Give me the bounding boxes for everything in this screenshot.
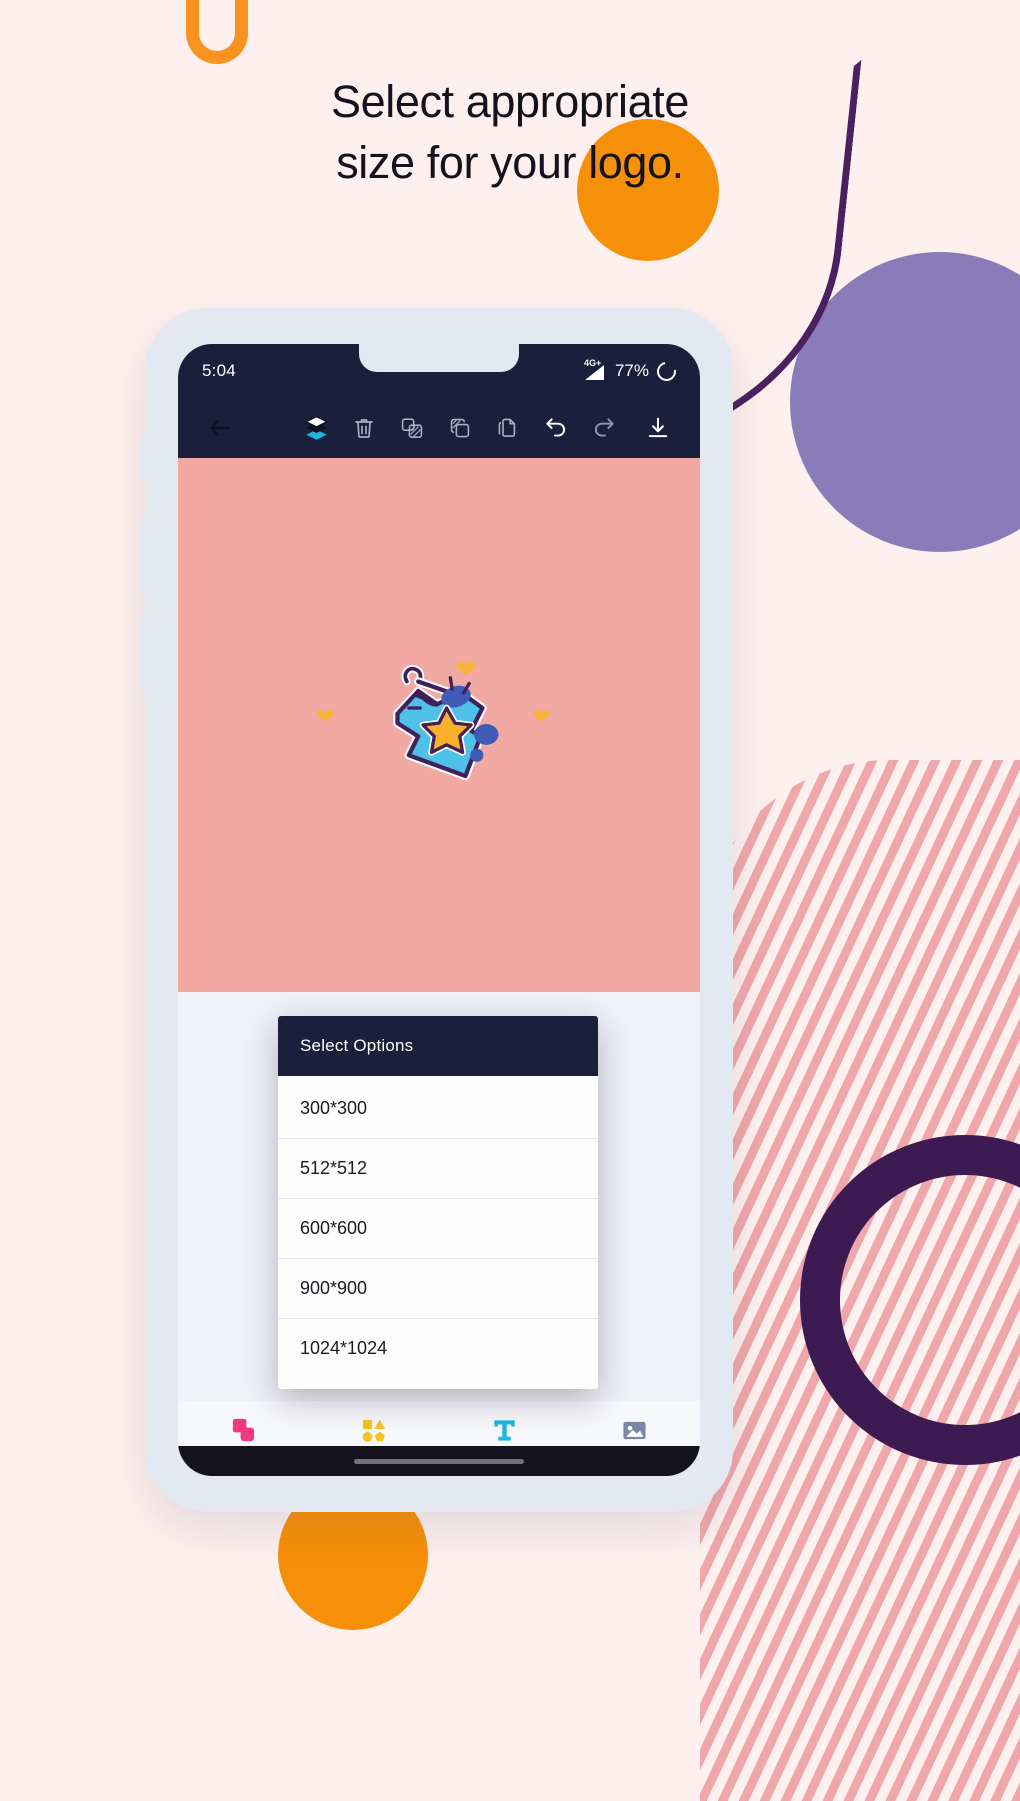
- undo-icon[interactable]: [532, 404, 580, 452]
- layers-icon[interactable]: [292, 404, 340, 452]
- option-900[interactable]: 900*900: [278, 1258, 598, 1318]
- text-icon: [439, 1415, 570, 1445]
- phone-volume-down-button: [140, 614, 147, 692]
- phone-mockup: 5:04 4G+ 77% ❤ ❤ ❤ Select Options 300*30…: [140, 308, 733, 1512]
- dialog-options-list: 300*300 512*512 600*600 900*900 1024*102…: [278, 1076, 598, 1389]
- network-signal-icon: 4G+: [584, 358, 607, 380]
- page-title: Select appropriate size for your logo.: [0, 72, 1020, 194]
- purple-ring-shape: [800, 1135, 1020, 1465]
- option-600[interactable]: 600*600: [278, 1198, 598, 1258]
- duplicate-icon[interactable]: [484, 404, 532, 452]
- home-indicator-bar: [178, 1446, 700, 1476]
- home-indicator[interactable]: [354, 1458, 524, 1464]
- phone-mute-button: [140, 436, 147, 482]
- battery-icon: [653, 357, 680, 385]
- orange-arc-shape: [186, 0, 248, 64]
- phone-notch: [359, 344, 519, 372]
- page-title-line-2: size for your logo.: [336, 136, 684, 188]
- trash-icon[interactable]: [340, 404, 388, 452]
- page-background: Select appropriate size for your logo. 5…: [0, 0, 1020, 1801]
- select-options-dialog: Select Options 300*300 512*512 600*600 9…: [278, 1016, 598, 1389]
- lavender-circle-shape: [790, 252, 1020, 552]
- design-canvas[interactable]: ❤ ❤ ❤: [178, 458, 700, 992]
- page-title-line-1: Select appropriate: [330, 76, 690, 127]
- back-arrow-icon[interactable]: [196, 404, 244, 452]
- tshirt-sticker[interactable]: [344, 640, 534, 810]
- redo-icon[interactable]: [580, 404, 628, 452]
- editor-toolbar: [178, 398, 700, 458]
- status-bar: 5:04 4G+ 77%: [178, 344, 700, 398]
- merge-layers-icon[interactable]: [436, 404, 484, 452]
- option-1024[interactable]: 1024*1024: [278, 1318, 598, 1389]
- phone-volume-up-button: [140, 518, 147, 596]
- image-icon: [570, 1415, 701, 1445]
- battery-percent-label: 77%: [614, 361, 649, 380]
- dialog-title: Select Options: [278, 1016, 598, 1076]
- option-300[interactable]: 300*300: [278, 1076, 598, 1138]
- heart-decor-icon: ❤: [532, 704, 551, 729]
- option-512[interactable]: 512*512: [278, 1138, 598, 1198]
- mask-icon[interactable]: [388, 404, 436, 452]
- heart-decor-icon: ❤: [316, 704, 335, 729]
- network-type-label: 4G+: [583, 358, 602, 368]
- sticker-icon: [309, 1415, 440, 1445]
- diagonal-stripe-pattern-2: [700, 760, 1020, 1801]
- wallpaper-icon: [178, 1415, 309, 1445]
- phone-screen: 5:04 4G+ 77% ❤ ❤ ❤ Select Options 300*30…: [178, 344, 700, 1476]
- download-icon[interactable]: [634, 404, 682, 452]
- status-bar-time: 5:04: [202, 361, 236, 380]
